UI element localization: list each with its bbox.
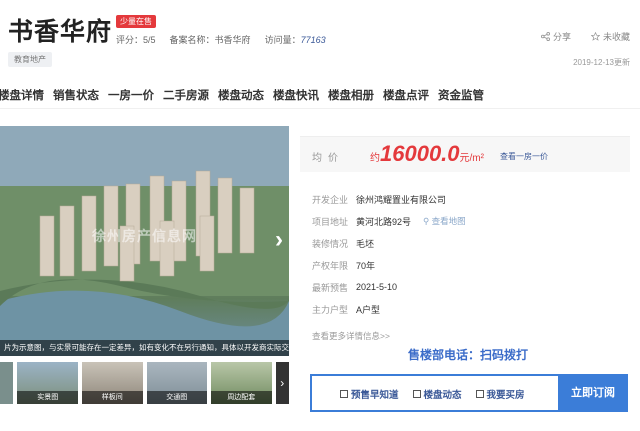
checkbox-icon [412, 390, 421, 398]
subscribe-button[interactable]: 立即订阅 [558, 374, 628, 412]
nav-item-fund-supervision[interactable]: 资金监管 [438, 87, 484, 108]
project-photo[interactable]: 徐州房产信息网 › 片为示意图，与实景可能存在一定差异，如有变化不在另行通知，具… [0, 126, 289, 356]
project-title: 书香华府 [8, 18, 113, 46]
project-tag: 教育地产 [8, 52, 52, 67]
score: 评分：5/5 [116, 35, 156, 45]
option-want-to-buy[interactable]: 我要买房 [475, 387, 525, 401]
nav-item-reviews[interactable]: 楼盘点评 [383, 87, 429, 108]
thumbnail-partial[interactable] [0, 362, 14, 404]
checkbox-icon [475, 390, 484, 398]
subscribe-options: 预售早知道 楼盘动态 我要买房 [340, 387, 525, 401]
project-header: 书香华府 少量在售 评分：5/5 备案名称：书香华府 访问量：77163 教育地… [0, 0, 640, 80]
sales-status-badge: 少量在售 [116, 15, 156, 28]
thumbnail-surroundings[interactable]: 周边配套 [211, 362, 272, 404]
option-presale-notice[interactable]: 预售早知道 [340, 387, 399, 401]
nav-item-news[interactable]: 楼盘动态 [218, 87, 264, 108]
star-icon [590, 32, 600, 41]
info-row-decoration: 装修情况 毛坯 [312, 238, 375, 249]
thumbnail-traffic[interactable]: 交通图 [146, 362, 208, 404]
nav-item-price-list[interactable]: 一房一价 [108, 87, 154, 108]
checkbox-icon [340, 390, 348, 398]
project-meta: 评分：5/5 备案名称：书香华府 访问量：77163 [116, 33, 326, 46]
view-map-link[interactable]: ⚲ 查看地图 [423, 215, 466, 227]
share-button[interactable]: 分享 [540, 30, 571, 43]
sales-hotline: 售楼部电话：扫码拨打 [408, 348, 529, 362]
header-actions: 分享 未收藏 [540, 30, 630, 43]
photo-caption: 片为示意图，与实景可能存在一定差异，如有变化不在另行通知，具体以开发商实际交付为… [0, 340, 289, 356]
info-row-latest-presale: 最新预售 2021-5-10 [312, 282, 398, 293]
watermark: 徐州房产信息网 [92, 228, 197, 244]
price-value: 约16000.0元/m² [370, 141, 484, 166]
project-nav: 楼盘详情 销售状态 一房一价 二手房源 楼盘动态 楼盘快讯 楼盘相册 楼盘点评 … [0, 87, 640, 109]
map-pin-icon: ⚲ [423, 216, 430, 226]
nav-item-flash[interactable]: 楼盘快讯 [273, 87, 319, 108]
record-name: 备案名称：书香华府 [169, 35, 251, 45]
update-date: 2019-12-13更新 [573, 58, 630, 67]
thumbnail-next-icon[interactable]: › [275, 362, 290, 404]
subscribe-box: 预售早知道 楼盘动态 我要买房 立即订阅 [310, 374, 628, 412]
price-row: 均价 约16000.0元/m² 查看一房一价 [300, 136, 630, 172]
price-label: 均价 [312, 153, 344, 164]
favorite-button[interactable]: 未收藏 [590, 30, 630, 43]
share-icon [540, 32, 550, 41]
nav-item-album[interactable]: 楼盘相册 [328, 87, 374, 108]
info-row-developer: 开发企业 徐州鸿耀置业有限公司 [312, 194, 447, 205]
photo-thumbnails: 实景图 样板间 交通图 周边配套 › [0, 362, 290, 404]
thumbnail-real-scene[interactable]: 实景图 [17, 362, 78, 404]
nav-item-details[interactable]: 楼盘详情 [0, 87, 44, 108]
option-project-news[interactable]: 楼盘动态 [412, 387, 462, 401]
info-row-property-term: 产权年限 70年 [312, 260, 376, 271]
visit-count: 访问量：77163 [264, 35, 326, 45]
price-list-link[interactable]: 查看一房一价 [500, 151, 548, 162]
info-row-main-unit: 主力户型 A户型 [312, 304, 381, 315]
more-details-link[interactable]: 查看更多详情信息>> [312, 330, 390, 342]
thumbnail-model-room[interactable]: 样板间 [81, 362, 143, 404]
nav-item-sales-status[interactable]: 销售状态 [53, 87, 99, 108]
info-rows: 开发企业 徐州鸿耀置业有限公司 项目地址 黄河北路92号 ⚲ 查看地图 装修情况 毛坯… [312, 188, 466, 320]
nav-item-resale[interactable]: 二手房源 [163, 87, 209, 108]
next-photo-arrow-icon[interactable]: › [275, 226, 283, 254]
info-row-address: 项目地址 黄河北路92号 ⚲ 查看地图 [312, 215, 466, 227]
